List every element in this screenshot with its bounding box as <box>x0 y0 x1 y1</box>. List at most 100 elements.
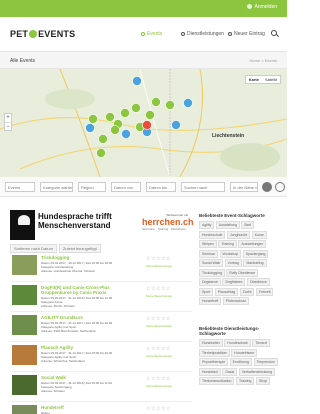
top-bar: Anmelden <box>0 0 287 17</box>
tag-link[interactable]: Mantrailing <box>243 259 267 267</box>
event-title[interactable]: Social Walk <box>41 375 141 380</box>
tag-link[interactable]: Hundetreff <box>199 297 222 305</box>
zoom-out-button[interactable]: − <box>5 122 11 130</box>
sidebar-service-tags: Beliebteste Dienstleistungs-Schlagworte … <box>199 326 279 385</box>
tag-link[interactable]: Physiotherapie <box>199 358 229 366</box>
tag-link[interactable]: Pfotenschutz <box>222 297 250 305</box>
calendar-icon <box>141 31 145 36</box>
rating-stars[interactable]: ☆☆☆☆☆ <box>146 256 171 262</box>
tag-link[interactable]: Barf <box>241 221 254 229</box>
event-title[interactable]: Hundetreff <box>41 405 141 410</box>
filter-category[interactable]: Kategorie wählen <box>40 182 73 192</box>
site-logo[interactable]: PET EVENTS <box>10 29 75 39</box>
filter-region[interactable]: Region <box>78 182 106 192</box>
map-canvas[interactable] <box>0 69 287 177</box>
tag-link[interactable]: Freizeit <box>255 287 274 296</box>
rating-stars[interactable]: ☆☆☆☆☆ <box>146 346 171 352</box>
tag-link[interactable]: Seminar <box>199 249 219 258</box>
rating-count: Keine Bewertungen <box>146 324 173 328</box>
tag-link[interactable]: Hundefriseur <box>231 348 258 357</box>
filter-date-to[interactable]: Datum bis <box>146 182 176 192</box>
services-icon <box>181 31 185 36</box>
map-type-switch[interactable]: Karte Satellit <box>244 75 281 84</box>
partner-logo[interactable]: Webseminar mit herrchen.ch Seminare · Tr… <box>142 213 194 233</box>
event-row[interactable]: DogFit(R) und Canis-Cross-Plus Gruppenku… <box>10 282 192 312</box>
tag-link[interactable]: Tierkommunikation <box>199 377 235 385</box>
event-thumbnail[interactable] <box>12 345 37 365</box>
rating-stars[interactable]: ☆☆☆☆☆ <box>146 376 171 382</box>
banner-title: Hundesprache trifft Menschenverstand <box>38 212 112 230</box>
tag-link[interactable]: Rally Obedience <box>226 268 259 277</box>
tag-link[interactable]: Workshop <box>219 249 242 258</box>
user-icon <box>247 4 252 9</box>
event-row[interactable]: Trickdogging Datum 09.04.2017 - 30.12.201… <box>10 252 192 282</box>
tag-link[interactable]: Training <box>218 240 237 248</box>
tag-link[interactable]: Dogfrisbee <box>222 278 246 286</box>
event-address: Adresse: Hundeschule Oberwil, Schweiz <box>41 269 96 273</box>
tag-link[interactable]: Tierpension <box>253 358 278 366</box>
rating-count: Keine Bewertungen <box>146 354 173 358</box>
tag-link[interactable]: Training <box>235 377 255 385</box>
zoom-in-button[interactable]: + <box>5 114 11 122</box>
sidebar-service-tags-title: Beliebteste Dienstleistungs-Schlagworte <box>199 326 260 336</box>
map-zoom-control[interactable]: + − <box>4 113 12 131</box>
filter-date-from[interactable]: Datum von <box>111 182 141 192</box>
event-thumbnail[interactable] <box>12 375 37 395</box>
tag-link[interactable]: Hundeschule <box>224 339 251 347</box>
event-row[interactable]: Plausch Agility Datum 09.04.2017 - 31.12.… <box>10 342 192 372</box>
locate-icon[interactable] <box>262 182 272 192</box>
breadcrumb[interactable]: Home > Events <box>250 58 277 63</box>
tag-link[interactable]: Gassi <box>222 367 238 376</box>
event-thumbnail[interactable] <box>12 405 37 414</box>
tag-link[interactable]: Plauschtag <box>214 287 239 296</box>
event-thumbnail[interactable] <box>12 315 37 335</box>
tag-link[interactable]: Vortrag <box>224 259 242 267</box>
event-row[interactable]: Hundetreff Datum ☆☆☆☆☆ <box>10 402 192 414</box>
tag-link[interactable]: Hundeschule <box>199 230 226 239</box>
event-row[interactable]: AGILITY Grundkurs Datum 09.04.2017 - 31.1… <box>10 312 192 342</box>
tag-link[interactable]: Sport <box>199 287 214 296</box>
event-thumbnail[interactable] <box>12 285 37 305</box>
ad-banner[interactable]: Hundesprache trifft Menschenverstand Web… <box>10 210 194 240</box>
tag-link[interactable]: Ausstellung <box>215 221 240 229</box>
rating-stars[interactable]: ☆☆☆☆☆ <box>146 316 171 322</box>
tag-link[interactable]: Kurse <box>251 230 267 239</box>
events-map[interactable]: Karte Satellit + − Liechtenstein <box>0 69 287 177</box>
tag-link[interactable]: Hundesitter <box>199 339 223 347</box>
nav-services[interactable]: Dienstleistungen <box>181 31 224 37</box>
filter-near[interactable]: In der Nähe von <box>230 182 258 192</box>
event-title[interactable]: DogFit(R) und Canis-Cross-Plus Gruppenku… <box>41 285 141 295</box>
tag-link[interactable]: Ernährung <box>229 358 253 366</box>
event-title[interactable]: AGILITY Grundkurs <box>41 315 141 320</box>
filter-search[interactable]: Suchen nach <box>181 182 225 192</box>
nav-events[interactable]: Events <box>141 31 162 37</box>
map-type-satellit[interactable]: Satellit <box>262 76 280 83</box>
tag-link[interactable]: Verhaltensberatung <box>238 367 276 376</box>
tag-link[interactable]: Zucht <box>239 287 255 296</box>
rating-stars[interactable]: ☆☆☆☆☆ <box>146 406 171 412</box>
search-icon[interactable] <box>271 30 277 36</box>
tag-link[interactable]: Tierheilpraktiker <box>199 348 230 357</box>
rating-stars[interactable]: ☆☆☆☆☆ <box>146 286 171 292</box>
map-type-karte[interactable]: Karte <box>246 76 262 83</box>
tag-link[interactable]: Ausstellungen <box>238 240 267 248</box>
event-thumbnail[interactable] <box>12 255 37 275</box>
event-title[interactable]: Plausch Agility <box>41 345 141 350</box>
tag-link[interactable]: Social Walk <box>199 259 224 267</box>
search-button-icon[interactable] <box>275 182 285 192</box>
event-row[interactable]: Social Walk Datum 09.04.2017 - 31.12.2018… <box>10 372 192 402</box>
tag-link[interactable]: Agility <box>199 221 215 229</box>
tag-link[interactable]: Dogdance <box>199 278 221 286</box>
tag-link[interactable]: Trickdogging <box>199 268 225 277</box>
tag-link[interactable]: Obedience <box>246 278 270 286</box>
login-link[interactable]: Anmelden <box>254 4 277 10</box>
tag-link[interactable]: Junghunde <box>226 230 251 239</box>
tag-link[interactable]: Welpen <box>199 240 217 248</box>
nav-new-entry[interactable]: Neuer Eintrag <box>228 31 265 37</box>
tag-link[interactable]: Spaziergang <box>242 249 269 258</box>
tag-link[interactable]: Shop <box>255 377 271 385</box>
tag-link[interactable]: Tierarzt <box>252 339 271 347</box>
filter-type[interactable]: Events <box>5 182 35 192</box>
event-title[interactable]: Trickdogging <box>41 255 141 260</box>
tag-link[interactable]: Hundetaxi <box>199 367 221 376</box>
